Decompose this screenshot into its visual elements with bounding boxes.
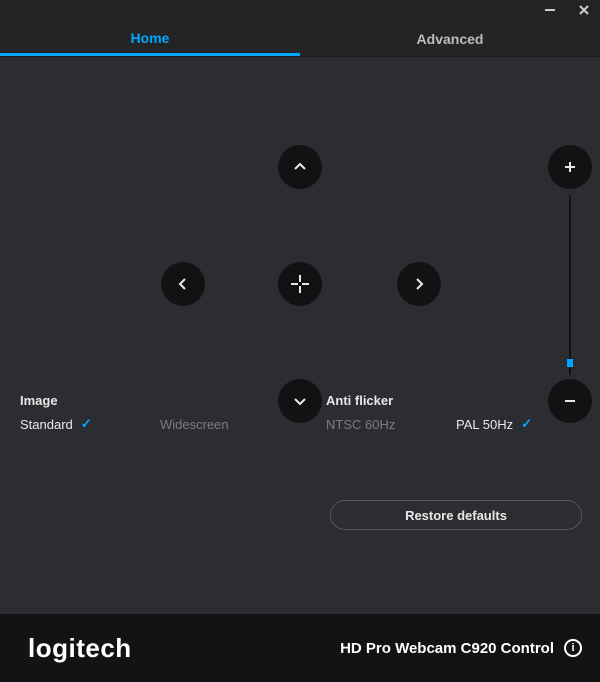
check-icon: ✓ (521, 416, 532, 432)
chevron-right-icon (411, 276, 427, 292)
option-label: NTSC 60Hz (326, 417, 395, 432)
recenter-icon (289, 273, 311, 295)
antiflicker-option-pal[interactable]: PAL 50Hz ✓ (456, 416, 532, 432)
image-section: Image Standard ✓ Widescreen ✓ (20, 377, 300, 432)
plus-icon (562, 159, 578, 175)
options-area: Image Standard ✓ Widescreen ✓ Anti flick… (0, 377, 600, 477)
tab-home[interactable]: Home (0, 22, 300, 56)
image-section-label: Image (20, 393, 300, 408)
pan-recenter-button[interactable] (278, 262, 322, 306)
pan-right-button[interactable] (397, 262, 441, 306)
antiflicker-section-label: Anti flicker (326, 393, 586, 408)
pan-up-button[interactable] (278, 145, 322, 189)
pan-tilt-zoom-area (0, 57, 600, 377)
footer: logitech HD Pro Webcam C920 Control i (0, 614, 600, 682)
pan-left-button[interactable] (161, 262, 205, 306)
zoom-slider-handle[interactable] (567, 359, 573, 367)
antiflicker-option-ntsc[interactable]: NTSC 60Hz ✓ (326, 417, 456, 432)
antiflicker-section: Anti flicker NTSC 60Hz ✓ PAL 50Hz ✓ (326, 377, 586, 432)
close-icon[interactable] (578, 4, 590, 19)
zoom-slider-track[interactable] (569, 195, 571, 375)
restore-defaults-button[interactable]: Restore defaults (330, 500, 582, 530)
window-controls (0, 0, 600, 22)
tab-advanced[interactable]: Advanced (300, 22, 600, 56)
option-label: PAL 50Hz (456, 417, 513, 432)
option-label: Widescreen (160, 417, 229, 432)
image-option-widescreen[interactable]: Widescreen ✓ (160, 417, 229, 432)
product-name: HD Pro Webcam C920 Control (340, 640, 554, 657)
info-icon[interactable]: i (564, 639, 582, 657)
check-icon: ✓ (81, 416, 92, 432)
minimize-icon[interactable] (544, 4, 556, 19)
restore-row: Restore defaults (0, 500, 600, 530)
option-label: Standard (20, 417, 73, 432)
tab-bar: Home Advanced (0, 22, 600, 56)
image-option-standard[interactable]: Standard ✓ (20, 416, 160, 432)
chevron-up-icon (292, 159, 308, 175)
logitech-logo: logitech (28, 633, 132, 664)
zoom-in-button[interactable] (548, 145, 592, 189)
chevron-left-icon (175, 276, 191, 292)
main-panel: Image Standard ✓ Widescreen ✓ Anti flick… (0, 56, 600, 614)
